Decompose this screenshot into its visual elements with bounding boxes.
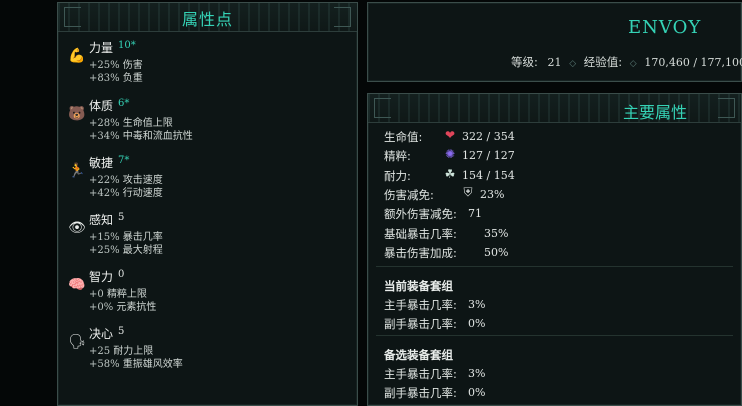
stat-value: 322 / 354 — [462, 130, 515, 143]
character-name: ENVOY — [628, 17, 702, 38]
attribute-1[interactable]: 🐻 体质 6* +28% 生命值上限 +34% 中毒和流血抗性 — [66, 97, 346, 149]
intellect-head-icon: 🧠 — [68, 277, 86, 293]
stat-label: 主手暴击几率: — [384, 298, 457, 312]
effect-text: 元素抗性 — [116, 302, 157, 313]
stat-label: 精粹: — [384, 149, 411, 164]
stat-label: 主手暴击几率: — [384, 367, 457, 381]
stat-value: 0% — [468, 317, 486, 330]
set-stat-row: 主手暴击几率: 3% — [384, 297, 485, 313]
stat-value: 127 / 127 — [462, 149, 515, 163]
stat-label: 额外伤害减免: — [384, 207, 457, 222]
section-divider — [376, 335, 733, 336]
main-stats-panel: 主要属性 生命值: ❤ 322 / 354 精粹: ✺ 127 / 127 耐力: ☘ 154 … — [367, 93, 742, 406]
attribute-effect: +34% 中毒和流血抗性 — [89, 127, 193, 142]
effect-text: 中毒和流血抗性 — [122, 131, 193, 142]
attribute-effect: +58% 重振雄风效率 — [89, 355, 183, 370]
set-stat-row: 副手暴击几率: 0% — [384, 316, 485, 332]
equipment-set-title: 备选装备套组 — [384, 348, 453, 362]
stat-row: 耐力: ☘ 154 / 154 — [384, 167, 515, 184]
level-label: 等级: — [511, 55, 538, 69]
stat-row: 额外伤害减免: 71 — [384, 206, 482, 222]
stat-row: 暴击伤害加成: 50% — [384, 245, 508, 261]
effect-text: 行动速度 — [122, 188, 163, 199]
attribute-2[interactable]: 🏃 敏捷 7* +22% 攻击速度 +42% 行动速度 — [66, 154, 346, 206]
stat-value: 23% — [480, 187, 505, 201]
attribute-name: 感知 — [89, 213, 114, 227]
set-stat-row: 主手暴击几率: 3% — [384, 366, 485, 382]
diamond-separator-icon: ◇ — [569, 59, 577, 69]
set-stat-row: 副手暴击几率: 0% — [384, 385, 485, 401]
attribute-value: 5 — [118, 326, 125, 337]
attribute-name: 智力 — [89, 270, 114, 284]
attribute-effect: +0% 元素抗性 — [89, 298, 156, 313]
attribute-name: 力量 — [89, 41, 114, 55]
diamond-separator-icon: ◇ — [629, 59, 637, 69]
effect-percent: +34% — [89, 131, 120, 142]
attribute-effect: +25% 最大射程 — [89, 241, 163, 256]
constitution-bear-icon: 🐻 — [68, 106, 86, 122]
stat-label: 耐力: — [384, 168, 411, 183]
perception-eye-icon: 👁 — [68, 220, 86, 236]
stat-value: 35% — [484, 226, 509, 240]
xp-value: 170,460 / 177,100 — [644, 56, 742, 69]
effect-percent: +58% — [89, 359, 120, 370]
attribute-5[interactable]: 🗣 决心 5 +25 耐力上限 +58% 重振雄风效率 — [66, 325, 346, 377]
attribute-effect: +42% 行动速度 — [89, 184, 163, 199]
attribute-value: 5 — [118, 212, 125, 223]
effect-percent: +42% — [89, 188, 120, 199]
level-value: 21 — [547, 56, 562, 69]
stat-row: 精粹: ✺ 127 / 127 — [384, 147, 515, 164]
shield-icon: ⛨ — [463, 185, 473, 200]
attribute-name: 决心 — [89, 327, 114, 341]
stat-value: 71 — [468, 207, 482, 221]
attribute-value: 10* — [118, 40, 136, 51]
stat-row: 基础暴击几率: 35% — [384, 226, 508, 242]
strength-arm-icon: 💪 — [68, 48, 86, 64]
level-row: 等级: 21 ◇ 经验值: ◇ 170,460 / 177,100 ◇ — [511, 54, 742, 70]
stat-label: 副手暴击几率: — [384, 386, 457, 400]
stat-value: 3% — [468, 298, 486, 311]
attribute-3[interactable]: 👁 感知 5 +15% 暴击几率 +25% 最大射程 — [66, 211, 346, 263]
effect-percent: +0% — [89, 302, 114, 313]
attribute-value: 0 — [118, 269, 125, 280]
main-stats-title: 主要属性 — [623, 103, 688, 122]
stat-row: 伤害减免: ⛨ 23% — [384, 185, 504, 203]
stat-label: 暴击伤害加成: — [384, 245, 457, 260]
stat-label: 副手暴击几率: — [384, 317, 457, 331]
effect-text: 负重 — [122, 73, 143, 84]
stat-value: 0% — [468, 386, 486, 399]
essence-swirl-icon: ✺ — [444, 147, 456, 162]
stat-value: 154 / 154 — [462, 168, 515, 182]
attribute-name: 敏捷 — [89, 156, 114, 170]
attribute-effect: +83% 负重 — [89, 69, 143, 84]
stamina-lungs-icon: ☘ — [444, 166, 456, 181]
attribute-name: 体质 — [89, 99, 114, 113]
stat-label: 伤害减免: — [384, 187, 434, 202]
heart-icon: ❤ — [444, 128, 456, 142]
attributes-panel: 属性点 💪 力量 10* +25% 伤害 +83% 负重 🐻 体质 6* +28% 生命值上限 +… — [57, 2, 358, 406]
header-ornament-right — [718, 98, 735, 118]
attribute-0[interactable]: 💪 力量 10* +25% 伤害 +83% 负重 — [66, 39, 346, 91]
equipment-set-title: 当前装备套组 — [384, 279, 453, 293]
stat-label: 生命值: — [384, 130, 423, 144]
effect-percent: +83% — [89, 73, 120, 84]
effect-text: 重振雄风效率 — [122, 359, 183, 370]
attribute-4[interactable]: 🧠 智力 0 +0 精粹上限 +0% 元素抗性 — [66, 268, 346, 320]
stat-value: 3% — [468, 367, 486, 380]
stat-label: 基础暴击几率: — [384, 226, 457, 241]
effect-text: 最大射程 — [122, 245, 163, 256]
header-ornament-left — [374, 98, 391, 118]
section-divider — [376, 266, 733, 267]
effect-percent: +25% — [89, 245, 120, 256]
agility-runner-icon: 🏃 — [68, 163, 86, 179]
stat-value: 50% — [484, 245, 509, 259]
willpower-head-icon: 🗣 — [68, 334, 86, 350]
xp-label: 经验值: — [583, 55, 623, 69]
character-panel: ENVOY 等级: 21 ◇ 经验值: ◇ 170,460 / 177,100 … — [367, 2, 742, 82]
attribute-value: 7* — [118, 155, 130, 166]
stat-row: 生命值: ❤ 322 / 354 — [384, 128, 515, 145]
attributes-title: 属性点 — [181, 10, 233, 29]
attribute-value: 6* — [118, 98, 130, 109]
